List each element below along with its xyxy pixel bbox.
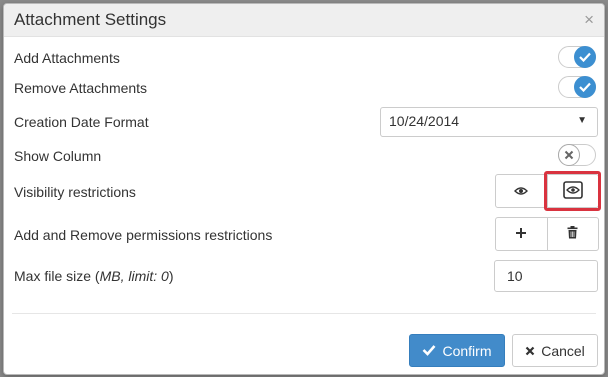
cancel-label: Cancel bbox=[541, 342, 585, 359]
add-remove-permissions-group bbox=[495, 217, 599, 251]
show-column-toggle[interactable] bbox=[558, 144, 596, 166]
select-value: 10/24/2014 bbox=[389, 113, 460, 129]
add-remove-permissions-label: Add and Remove permissions restrictions bbox=[14, 227, 273, 243]
max-file-size-hint: MB, limit: 0 bbox=[99, 268, 169, 284]
caret-down-icon: ▼ bbox=[577, 115, 587, 126]
attachment-settings-dialog: Attachment Settings × Add Attachments Re… bbox=[3, 3, 605, 375]
show-column-label: Show Column bbox=[14, 148, 102, 164]
check-icon bbox=[422, 343, 436, 359]
add-attachments-label: Add Attachments bbox=[14, 50, 120, 66]
plus-icon bbox=[515, 226, 527, 242]
x-icon bbox=[558, 144, 580, 166]
remove-attachments-toggle[interactable] bbox=[558, 76, 596, 98]
confirm-button[interactable]: Confirm bbox=[409, 334, 505, 367]
check-icon bbox=[574, 46, 596, 68]
footer-divider bbox=[12, 313, 596, 314]
visibility-restrictions-label: Visibility restrictions bbox=[14, 184, 136, 200]
visibility-restricted-button[interactable] bbox=[546, 175, 599, 207]
cancel-button[interactable]: Cancel bbox=[512, 334, 598, 367]
visibility-restrictions-group bbox=[495, 174, 599, 208]
close-icon[interactable]: × bbox=[584, 11, 594, 28]
visibility-visible-button[interactable] bbox=[496, 175, 547, 207]
creation-date-format-label: Creation Date Format bbox=[14, 114, 149, 130]
eye-icon bbox=[514, 183, 529, 199]
dialog-title: Attachment Settings bbox=[14, 10, 167, 29]
add-permission-button[interactable] bbox=[496, 218, 547, 250]
close-icon bbox=[525, 343, 535, 359]
max-file-size-input[interactable] bbox=[494, 260, 598, 292]
max-file-size-label: Max file size (MB, limit: 0) bbox=[14, 268, 174, 284]
eye-framed-icon bbox=[562, 180, 583, 202]
creation-date-format-select[interactable]: 10/24/2014 ▼ bbox=[380, 107, 598, 137]
add-attachments-toggle[interactable] bbox=[558, 46, 596, 68]
remove-permission-button[interactable] bbox=[546, 218, 599, 250]
remove-attachments-label: Remove Attachments bbox=[14, 80, 148, 96]
dialog-header: Attachment Settings × bbox=[4, 4, 604, 37]
check-icon bbox=[574, 76, 596, 98]
confirm-label: Confirm bbox=[442, 342, 492, 359]
trash-icon bbox=[567, 226, 578, 242]
